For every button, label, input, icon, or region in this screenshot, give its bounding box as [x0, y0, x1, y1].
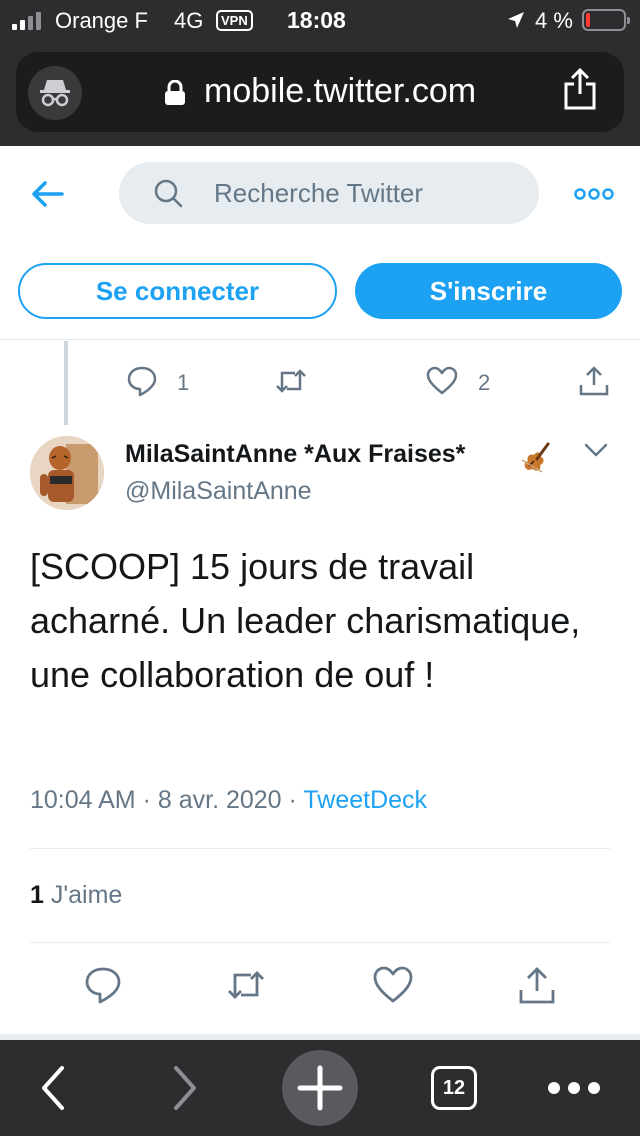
reply-count: 1	[177, 370, 190, 395]
heart-icon[interactable]	[373, 965, 413, 1005]
chevron-down-icon[interactable]	[583, 441, 609, 459]
search-icon	[154, 179, 183, 208]
battery-percent: 4 %	[535, 8, 573, 33]
tabs-button[interactable]: 12	[431, 1066, 477, 1110]
incognito-icon[interactable]	[28, 66, 82, 120]
back-arrow-icon[interactable]	[30, 176, 66, 212]
share-icon[interactable]	[562, 68, 598, 112]
browser-back-icon[interactable]	[38, 1064, 68, 1112]
browser-forward-icon[interactable]	[170, 1064, 200, 1112]
new-tab-button[interactable]	[282, 1050, 358, 1126]
url-text[interactable]: mobile.twitter.com	[204, 72, 476, 111]
meta-separator: ·	[288, 786, 297, 814]
search-input[interactable]: Recherche Twitter	[119, 162, 539, 224]
avatar[interactable]	[30, 436, 104, 510]
author-handle[interactable]: @MilaSaintAnne	[125, 477, 312, 506]
likes-count: 1	[30, 881, 44, 909]
previous-tweet-actions: 1 2	[0, 355, 640, 415]
status-time: 18:08	[287, 7, 346, 33]
vpn-badge: VPN	[216, 10, 253, 31]
plus-icon	[297, 1065, 343, 1111]
lock-icon	[165, 80, 185, 105]
violin-icon	[521, 442, 550, 473]
signup-button[interactable]: S'inscrire	[355, 263, 622, 319]
address-bar[interactable]: mobile.twitter.com	[16, 52, 624, 132]
likes-summary[interactable]: 1 J'aime	[30, 881, 122, 910]
tweet-time: 10:04 AM	[30, 786, 136, 814]
share-icon[interactable]	[517, 965, 557, 1005]
heart-icon	[426, 366, 458, 395]
reply-icon[interactable]	[83, 965, 123, 1005]
search-placeholder: Recherche Twitter	[214, 178, 424, 208]
reply-button[interactable]	[126, 365, 158, 402]
like-count: 2	[478, 370, 491, 395]
browser-toolbar: 12	[0, 1040, 640, 1136]
tweet-text: [SCOOP] 15 jours de travail acharné. Un …	[30, 546, 581, 695]
more-options-icon[interactable]	[574, 186, 614, 202]
browser-top-chrome: Orange F 4G VPN 18:08 4 % mobile.twitter…	[0, 0, 640, 146]
auth-buttons-row: Se connecter S'inscrire	[0, 246, 640, 340]
login-button[interactable]: Se connecter	[18, 263, 337, 319]
tweet-actions	[0, 965, 640, 1015]
divider	[30, 848, 610, 849]
tweet-source-link[interactable]: TweetDeck	[303, 786, 427, 814]
signal-strength-icon	[12, 12, 41, 30]
meta-separator: ·	[142, 786, 151, 814]
browser-menu-icon[interactable]	[546, 1078, 602, 1098]
like-button[interactable]	[426, 365, 458, 402]
divider	[30, 942, 610, 943]
location-arrow-icon	[508, 12, 524, 28]
tweet-date[interactable]: 8 avr. 2020	[158, 786, 282, 814]
retweet-icon[interactable]	[226, 965, 266, 1005]
retweet-button[interactable]	[275, 365, 307, 402]
share-icon	[579, 366, 609, 396]
tweet-metadata: 10:04 AM · 8 avr. 2020 · TweetDeck	[30, 786, 427, 815]
battery-icon	[582, 9, 630, 31]
author-name[interactable]: MilaSaintAnne *Aux Fraises*	[125, 440, 465, 469]
retweet-icon	[276, 369, 306, 393]
share-button[interactable]	[578, 365, 610, 402]
twitter-header: Recherche Twitter	[0, 146, 640, 246]
network-type: 4G	[174, 8, 204, 33]
status-bar: Orange F 4G VPN 18:08 4 %	[0, 0, 640, 40]
carrier-name: Orange F	[55, 8, 148, 33]
reply-icon	[127, 366, 157, 397]
likes-label: J'aime	[50, 881, 123, 909]
